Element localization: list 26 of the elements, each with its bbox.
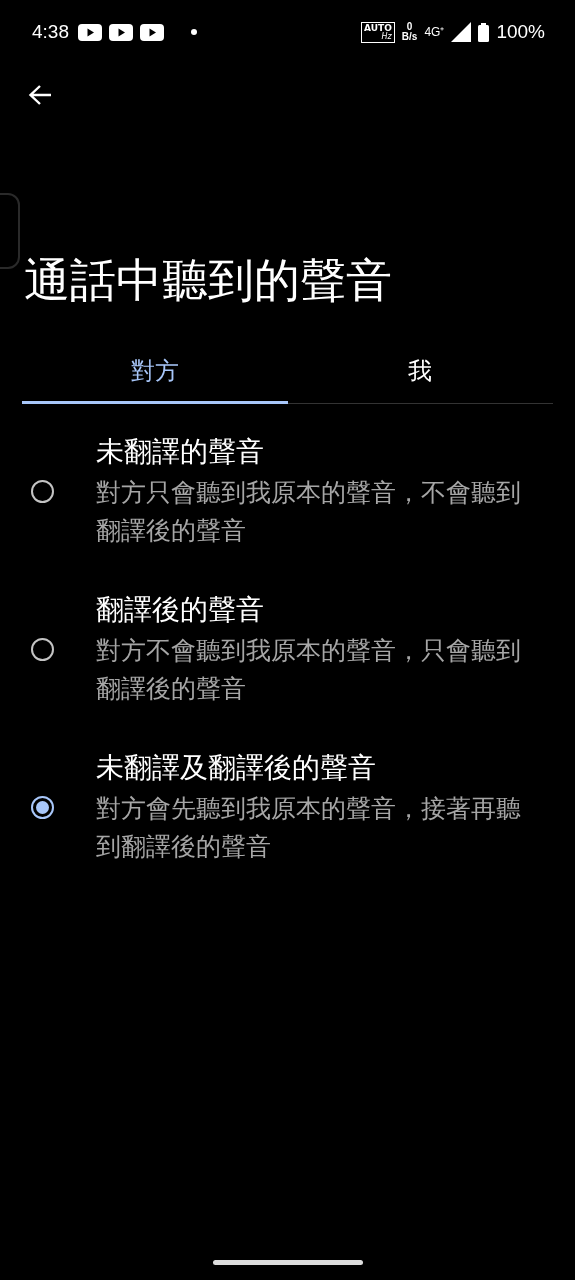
radio-button[interactable] — [30, 795, 54, 819]
option-title: 翻譯後的聲音 — [96, 592, 265, 628]
edge-panel-handle[interactable] — [0, 193, 20, 269]
network-type: 4G⁺ — [424, 24, 445, 40]
data-rate-unit: B/s — [401, 32, 418, 43]
tab[interactable]: 我 — [287, 340, 553, 404]
video-play-icon — [109, 23, 133, 41]
option-description: 對方會先聽到我原本的聲音，接著再聽到翻譯後的聲音 — [96, 793, 522, 863]
status-time: 4:38 — [32, 21, 69, 43]
dot-icon — [191, 29, 197, 35]
battery-percent: 100% — [496, 21, 545, 43]
data-rate-value: 0 — [406, 21, 413, 32]
page-title: 通話中聽到的聲音 — [24, 252, 393, 309]
video-play-icon — [140, 23, 164, 41]
signal-icon — [451, 22, 472, 42]
battery-icon — [478, 22, 490, 42]
back-arrow-icon[interactable] — [28, 84, 52, 106]
option-description: 對方只會聽到我原本的聲音，不會聽到翻譯後的聲音 — [96, 477, 522, 547]
video-play-icon — [78, 23, 102, 41]
tab[interactable]: 對方 — [22, 340, 288, 404]
radio-button[interactable] — [30, 479, 54, 503]
refresh-rate-badge: AUTO Hz — [361, 21, 395, 43]
option-title: 未翻譯及翻譯後的聲音 — [96, 750, 377, 786]
option-description: 對方不會聽到我原本的聲音，只會聽到翻譯後的聲音 — [96, 635, 522, 705]
option-title: 未翻譯的聲音 — [96, 434, 265, 470]
radio-button[interactable] — [30, 637, 54, 661]
